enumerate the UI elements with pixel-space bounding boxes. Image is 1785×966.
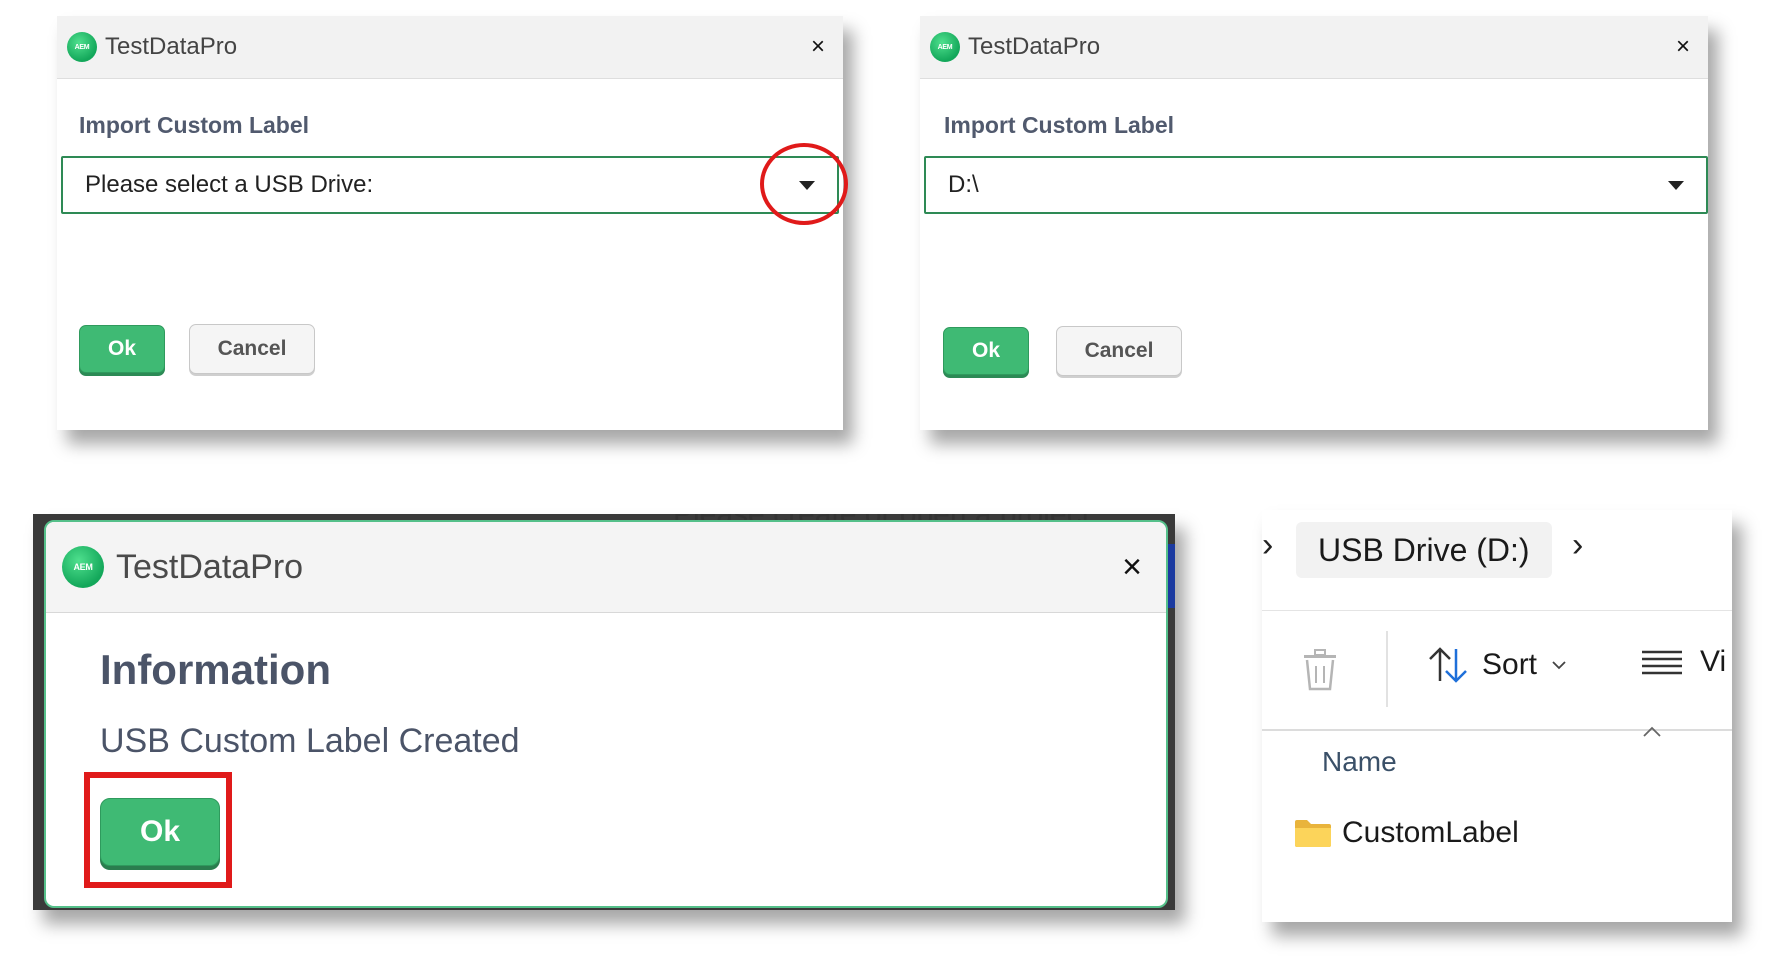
cancel-button[interactable]: Cancel xyxy=(1056,326,1182,376)
ok-button[interactable]: Ok xyxy=(943,327,1029,375)
cancel-button[interactable]: Cancel xyxy=(189,324,315,374)
information-message: USB Custom Label Created xyxy=(100,722,520,760)
app-title: TestDataPro xyxy=(105,33,238,60)
information-heading: Information xyxy=(100,646,331,693)
usb-drive-select-value: D:\ xyxy=(948,171,979,198)
toolbar: Sort Vi xyxy=(1262,610,1732,731)
section-label: Import Custom Label xyxy=(79,112,310,138)
view-button[interactable]: Vi xyxy=(1642,645,1726,679)
aem-logo-icon: AEM xyxy=(930,32,960,62)
close-icon[interactable]: × xyxy=(1676,35,1690,59)
sort-arrows-icon xyxy=(1429,647,1467,683)
usb-drive-select[interactable]: D:\ xyxy=(924,156,1708,214)
import-dialog-empty: AEM TestDataPro × Import Custom Label Pl… xyxy=(57,16,848,430)
file-explorer-panel: › USB Drive (D:) › Sort Vi Name CustomLa… xyxy=(1262,510,1732,922)
list-item[interactable]: CustomLabel xyxy=(1294,816,1519,850)
trash-icon[interactable] xyxy=(1302,649,1338,691)
aem-logo-icon: AEM xyxy=(67,32,97,62)
view-label: Vi xyxy=(1700,645,1727,678)
chevron-up-icon xyxy=(1643,726,1661,737)
sort-button[interactable]: Sort xyxy=(1426,645,1567,685)
chevron-down-icon[interactable] xyxy=(1668,181,1684,190)
highlight-circle xyxy=(760,143,848,225)
close-icon[interactable]: × xyxy=(1122,550,1142,584)
ok-button[interactable]: Ok xyxy=(79,325,165,373)
view-lines-icon xyxy=(1642,650,1682,675)
dialog-titlebar: AEM TestDataPro × xyxy=(57,16,843,79)
dialog-titlebar: AEM TestDataPro × xyxy=(46,522,1166,613)
information-dialog: AEM TestDataPro × Information USB Custom… xyxy=(44,520,1168,908)
dialog-titlebar: AEM TestDataPro × xyxy=(920,16,1708,79)
chevron-right-icon[interactable]: › xyxy=(1262,526,1273,565)
chevron-right-icon[interactable]: › xyxy=(1572,526,1583,565)
list-item-name: CustomLabel xyxy=(1342,816,1519,849)
column-header-name[interactable]: Name xyxy=(1322,746,1397,778)
section-label: Import Custom Label xyxy=(944,112,1175,138)
close-icon[interactable]: × xyxy=(811,35,825,59)
chevron-down-icon xyxy=(1552,661,1566,670)
usb-drive-select[interactable]: Please select a USB Drive: xyxy=(61,156,839,214)
ok-button[interactable]: Ok xyxy=(100,798,220,866)
toolbar-divider xyxy=(1386,631,1388,707)
sort-label: Sort xyxy=(1482,648,1538,681)
folder-icon xyxy=(1295,820,1331,847)
breadcrumb-usb-drive[interactable]: USB Drive (D:) xyxy=(1296,522,1552,578)
app-title: TestDataPro xyxy=(968,33,1101,60)
import-dialog-selected: AEM TestDataPro × Import Custom Label D:… xyxy=(920,16,1708,430)
app-title: TestDataPro xyxy=(116,547,304,586)
breadcrumb-label: USB Drive (D:) xyxy=(1318,531,1530,568)
usb-drive-select-value: Please select a USB Drive: xyxy=(85,171,374,198)
aem-logo-icon: AEM xyxy=(62,546,104,588)
address-bar: › USB Drive (D:) › xyxy=(1262,510,1732,592)
